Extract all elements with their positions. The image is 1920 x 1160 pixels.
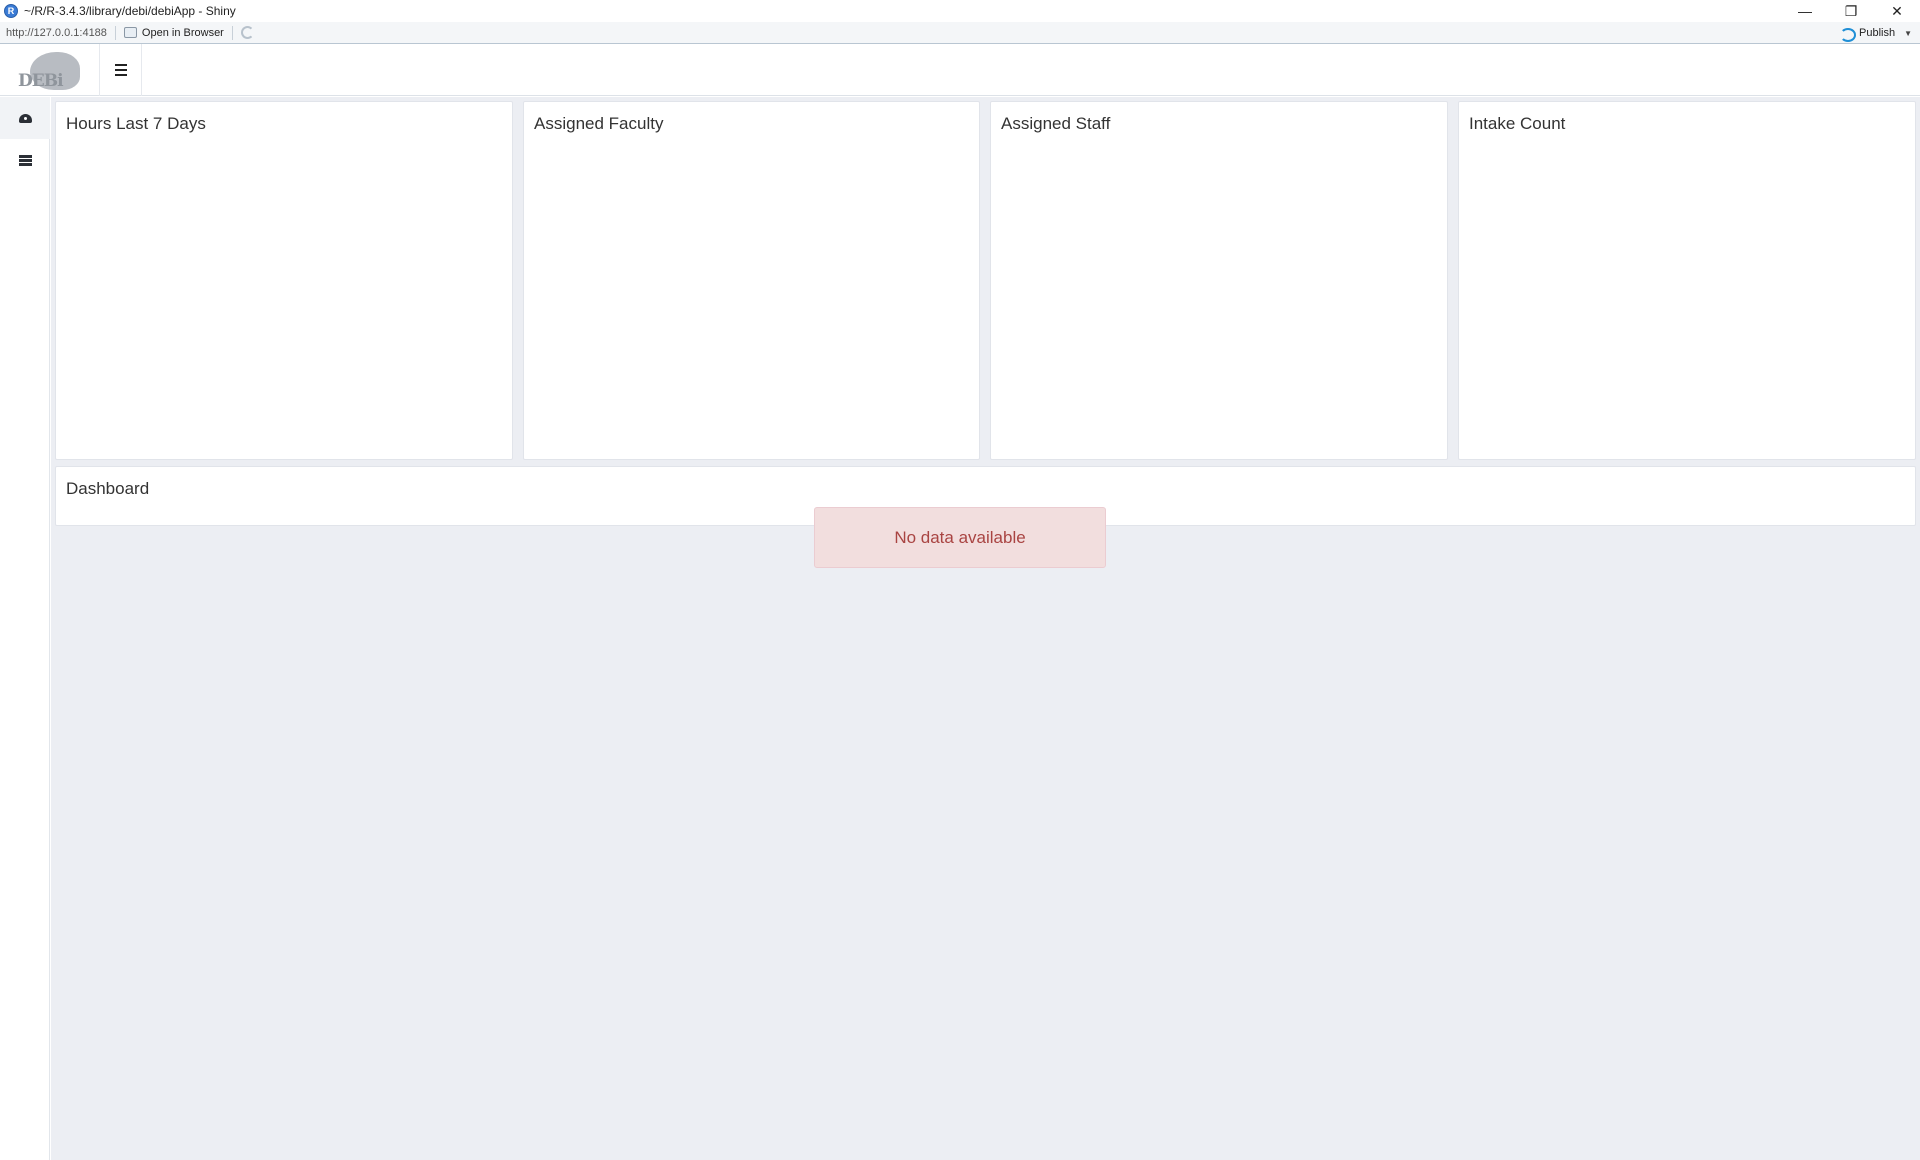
box-title: Assigned Faculty: [534, 114, 664, 133]
table-icon: [18, 154, 32, 166]
r-app-icon: R: [4, 4, 18, 18]
restore-button[interactable]: ❐: [1828, 0, 1874, 22]
toolbar-divider: [114, 25, 116, 40]
publish-icon: [1840, 27, 1856, 42]
close-button[interactable]: ✕: [1874, 0, 1920, 22]
publish-label: Publish: [1859, 27, 1896, 39]
publish-button[interactable]: Publish ▼: [1840, 22, 1912, 44]
chevron-down-icon[interactable]: ▼: [1904, 29, 1912, 38]
sidebar: [0, 97, 50, 1160]
app-header: DEBi: [0, 43, 1920, 96]
no-data-alert: No data available: [814, 507, 1106, 568]
window-title: ~/R/R-3.4.3/library/debi/debiApp - Shiny: [24, 4, 236, 18]
open-browser-icon: [123, 27, 137, 38]
hamburger-icon-bar: [114, 68, 127, 71]
toolbar-divider: [231, 25, 233, 40]
window-controls: — ❐ ✕: [1782, 0, 1920, 22]
open-in-browser-label: Open in Browser: [141, 26, 224, 39]
box-title: Hours Last 7 Days: [66, 114, 206, 133]
refresh-icon[interactable]: [240, 26, 254, 39]
url-display: http://127.0.0.1:4188: [6, 26, 107, 39]
hamburger-icon-bar: [114, 73, 127, 76]
minimize-button[interactable]: —: [1782, 0, 1828, 22]
open-in-browser-button[interactable]: Open in Browser: [123, 26, 224, 39]
logo: DEBi: [0, 43, 100, 96]
hamburger-icon: [114, 63, 127, 66]
hamburger-menu-button[interactable]: [100, 43, 142, 96]
assigned-staff-box: Assigned Staff: [990, 101, 1448, 460]
assigned-faculty-box: Assigned Faculty: [523, 101, 980, 460]
main-content: Hours Last 7 Days Assigned Faculty Assig…: [51, 97, 1920, 1160]
logo-text: DEBi: [18, 70, 64, 91]
hours-last-7-days-box: Hours Last 7 Days: [55, 101, 513, 460]
sidebar-item-table[interactable]: [0, 139, 50, 181]
dashboard-title: Dashboard: [66, 479, 150, 498]
dashboard-icon: [18, 113, 32, 123]
intake-count-box: Intake Count: [1458, 101, 1916, 460]
sidebar-item-dashboard[interactable]: [0, 97, 50, 139]
window-title-bar: R ~/R/R-3.4.3/library/debi/debiApp - Shi…: [0, 0, 1920, 22]
viewer-toolbar: http://127.0.0.1:4188 Open in Browser Pu…: [0, 22, 1920, 44]
box-title: Assigned Staff: [1001, 114, 1111, 133]
box-title: Intake Count: [1469, 114, 1566, 133]
